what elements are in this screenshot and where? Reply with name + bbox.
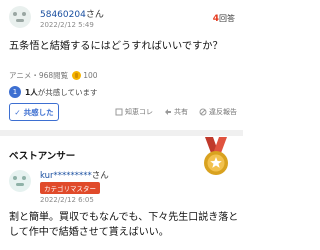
check-icon: ✓ [14, 107, 21, 117]
question-date: 2022/2/12 5:49 [40, 21, 94, 29]
empathy-text: が共感しています [37, 87, 98, 97]
empathize-button[interactable]: ✓ 共感した [9, 103, 59, 121]
answerer-name[interactable]: kur*********さん [40, 169, 109, 181]
questioner-name[interactable]: 58460204さん [40, 7, 104, 20]
best-answer-title: ベストアンサー [9, 151, 76, 162]
question-meta: アニメ ・ 968閲覧 100 [9, 70, 98, 81]
answerer-avatar[interactable] [9, 170, 31, 192]
question-actions: ✓ 共感した 知恵コレ 共有 違反報告 [9, 103, 237, 121]
question-text: 五条悟と結婚するにはどうすればいいですか？ [9, 41, 223, 52]
empathize-label: 共感した [23, 107, 54, 117]
coin-icon [72, 71, 82, 80]
bookmark-icon [115, 108, 123, 116]
share-button[interactable]: 共有 [164, 107, 188, 117]
coin-amount: 100 [83, 71, 98, 80]
view-count: 968閲覧 [38, 71, 69, 80]
category-master-badge: カテゴリマスター [40, 182, 100, 194]
category-link[interactable]: アニメ [9, 70, 31, 81]
answer-text: 割と簡単。買収でもなんでも、下々先生口説き落と して作中で結婚させて貰えばいい。 [9, 210, 239, 240]
report-button[interactable]: 違反報告 [199, 107, 237, 117]
answer-line-1: 割と簡単。買収でもなんでも、下々先生口説き落と [9, 212, 239, 223]
empathy-summary: 1 1人 が共感しています [9, 86, 98, 98]
section-divider [0, 130, 243, 136]
questioner-avatar[interactable] [9, 6, 31, 28]
question-header: 58460204さん 2022/2/12 5:49 4回答 [9, 6, 235, 34]
share-icon [165, 109, 171, 115]
answer-header: kur*********さん カテゴリマスター 2022/2/12 6:05 [9, 168, 209, 204]
answer-count: 4回答 [212, 14, 235, 24]
answer-line-2: して作中で結婚させて貰えばいい。 [9, 227, 169, 238]
wisdom-collection-button[interactable]: 知恵コレ [115, 107, 153, 117]
report-icon [199, 108, 207, 116]
empathy-count: 1人 [25, 87, 38, 97]
answer-date: 2022/2/12 6:05 [40, 196, 94, 204]
empathy-icon: 1 [9, 86, 21, 98]
